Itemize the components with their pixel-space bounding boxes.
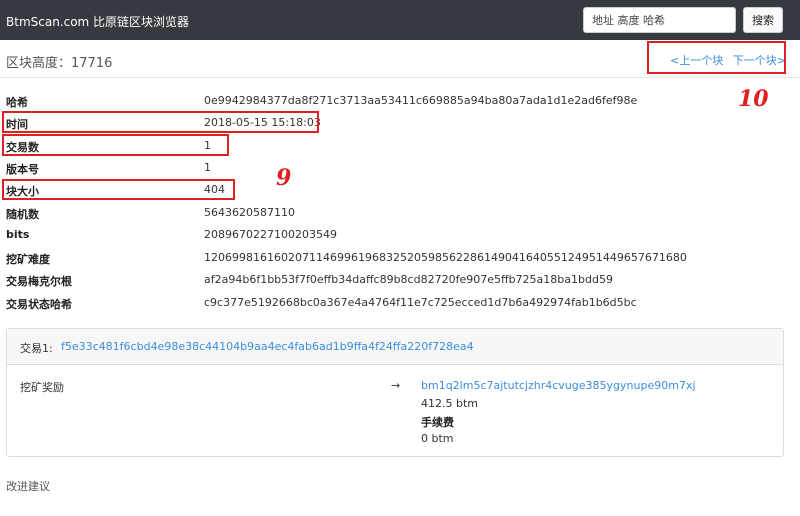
field-label: 版本号 [6,163,39,176]
site-brand[interactable]: BtmScan.com 比原链区块浏览器 [6,13,189,30]
field-label: 哈希 [6,96,28,109]
field-value: af2a94b6f1bb53f7f0effb34daffc89b8cd82720… [204,273,613,286]
highlight-box-pager [647,41,786,74]
field-row-difficulty: 挖矿难度 12069981616020711469961968325205985… [0,251,800,269]
field-row-nonce: 随机数 5643620587110 [0,206,800,224]
feedback-link[interactable]: 改进建议 [6,478,50,494]
transaction-card: 交易1: f5e33c481f6cbd4e98e38c44104b9aa4ec4… [6,328,784,457]
divider [0,77,800,78]
field-label: 交易梅克尔根 [6,275,72,288]
field-label: 挖矿难度 [6,253,50,266]
search-button[interactable]: 搜索 [743,7,783,33]
field-value: 2089670227100203549 [204,228,337,241]
search-input[interactable] [583,7,736,33]
field-row-version: 版本号 1 [0,161,800,179]
output-amount: 412.5 btm [421,397,478,410]
field-row-hash: 哈希 0e9942984377da8f271c3713aa53411c66988… [0,94,800,112]
transaction-header: 交易1: f5e33c481f6cbd4e98e38c44104b9aa4ec4… [7,329,783,365]
coinbase-input-label: 挖矿奖励 [20,381,64,394]
fee-amount: 0 btm [421,432,454,445]
block-height-heading: 区块高度：17716 [6,52,112,71]
field-value: 1206998161602071146996196832520598562286… [204,251,687,264]
top-navbar: BtmScan.com 比原链区块浏览器 搜索 [0,0,800,40]
block-height-value: 17716 [71,56,113,71]
field-row-status-hash: 交易状态哈希 c9c377e5192668bc0a367e4a4764f11e7… [0,296,800,314]
fee-label: 手续费 [421,416,454,429]
field-label: 交易状态哈希 [6,298,72,311]
field-value: 5643620587110 [204,206,295,219]
field-value: 1 [204,161,211,174]
field-label: bits [6,228,30,241]
right-arrow-icon: → [391,379,401,392]
field-value: c9c377e5192668bc0a367e4a4764f11e7c725ecc… [204,296,637,309]
annotation-number-10: 10 [738,86,769,112]
annotation-number-9: 9 [276,165,292,191]
transaction-label: 交易1: [20,342,53,355]
output-address-link[interactable]: bm1q2lm5c7ajtutcjzhr4cvuge385ygynupe90m7… [421,379,696,392]
highlight-box-tx-count [2,134,229,156]
highlight-box-block-size [2,179,235,200]
field-value: 0e9942984377da8f271c3713aa53411c669885a9… [204,94,638,107]
field-row-merkle-root: 交易梅克尔根 af2a94b6f1bb53f7f0effb34daffc89b8… [0,273,800,291]
highlight-box-time [2,111,319,133]
field-row-bits: bits 2089670227100203549 [0,228,800,246]
block-height-label: 区块高度： [6,56,72,71]
field-label: 随机数 [6,208,39,221]
transaction-hash-link[interactable]: f5e33c481f6cbd4e98e38c44104b9aa4ec4fab6a… [61,340,474,353]
